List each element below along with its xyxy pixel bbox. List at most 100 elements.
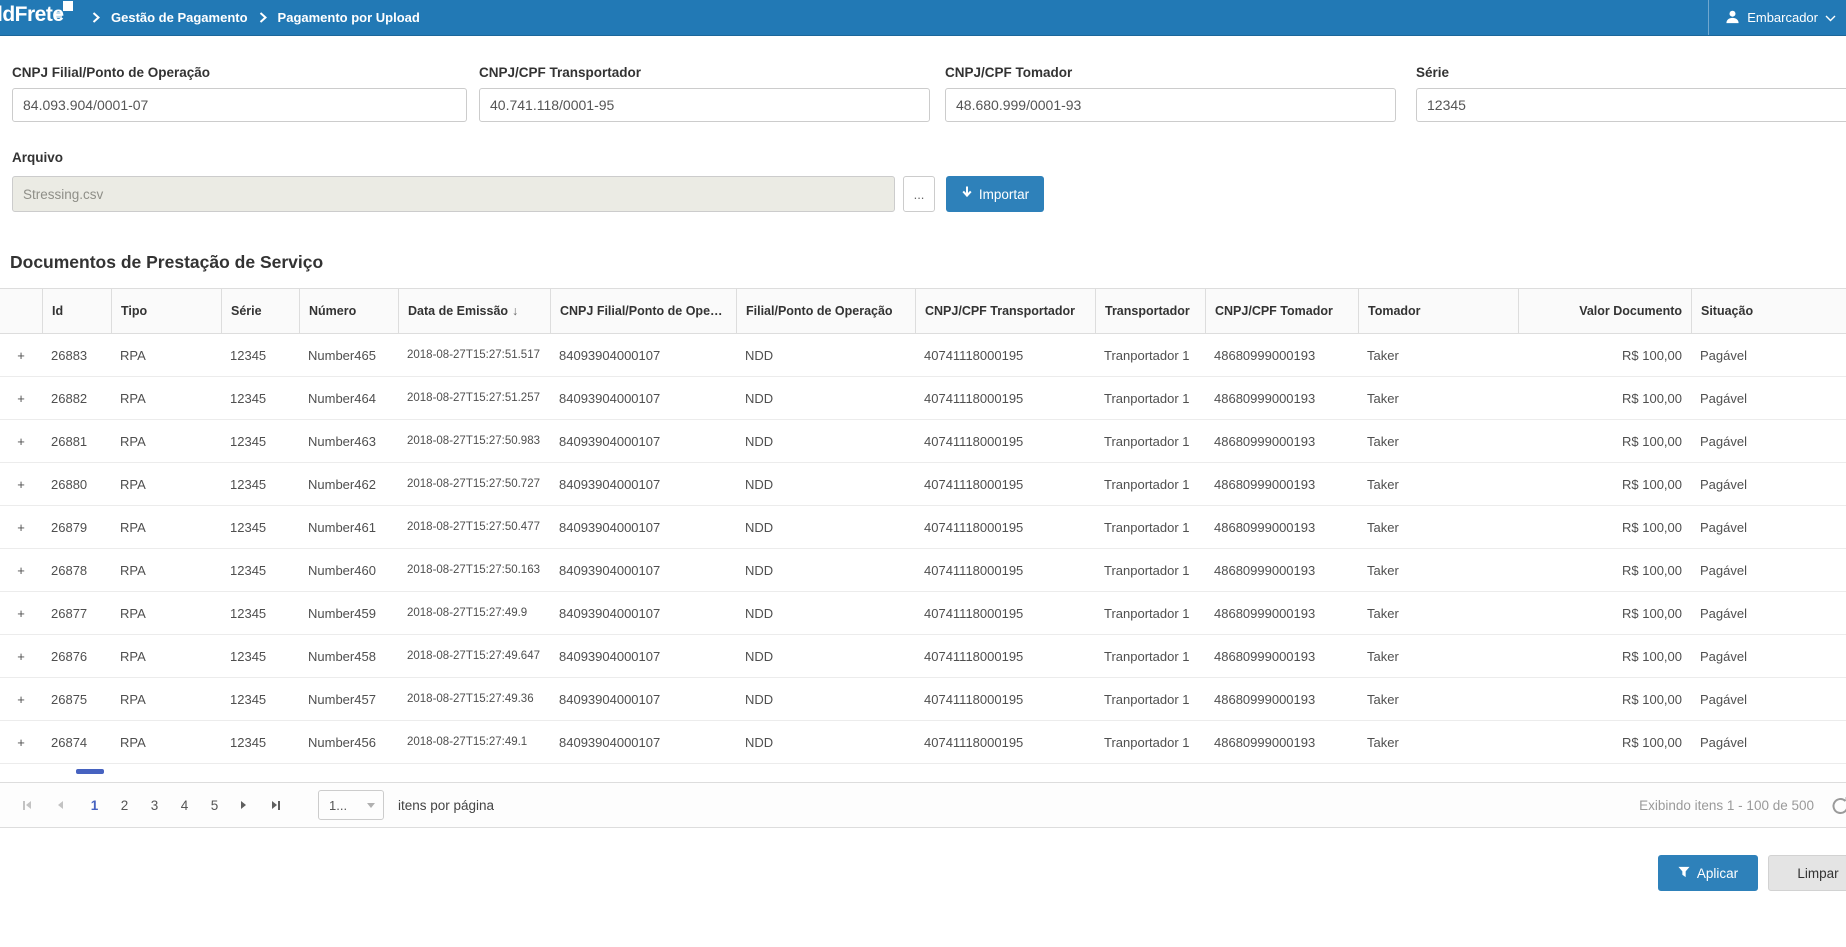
column-header-serie[interactable]: Série	[221, 288, 299, 334]
expand-row-button[interactable]: +	[0, 592, 42, 635]
pager-page-3[interactable]: 3	[140, 792, 169, 818]
logo-squares-icon	[56, 1, 73, 18]
cell-numero: Number459	[299, 592, 398, 635]
cell-transportador: Tranportador 1	[1095, 635, 1205, 678]
expand-row-button[interactable]: +	[0, 549, 42, 592]
cell-id: 26879	[42, 506, 111, 549]
cell-serie: 12345	[221, 721, 299, 764]
cell-data_emissao: 2018-08-27T15:27:49.9	[398, 592, 550, 635]
cell-serie: 12345	[221, 549, 299, 592]
column-header-cnpj_transportador[interactable]: CNPJ/CPF Transportador	[915, 288, 1095, 334]
expand-row-button[interactable]: +	[0, 506, 42, 549]
breadcrumb-item-pagamento-upload[interactable]: Pagamento por Upload	[278, 10, 420, 25]
pager-info: Exibindo itens 1 - 100 de 500	[1639, 798, 1814, 813]
app-logo[interactable]: ldFrete	[0, 3, 64, 27]
cell-cnpj_tomador: 48680999000193	[1205, 377, 1358, 420]
refresh-icon[interactable]	[1831, 796, 1846, 821]
cell-cnpj_filial: 84093904000107	[550, 420, 736, 463]
cell-cnpj_filial: 84093904000107	[550, 334, 736, 377]
cnpj-tomador-input[interactable]	[945, 88, 1396, 122]
serie-input[interactable]	[1416, 88, 1846, 122]
column-header-tomador[interactable]: Tomador	[1358, 288, 1518, 334]
pager-page-4[interactable]: 4	[170, 792, 199, 818]
cell-tipo: RPA	[111, 506, 221, 549]
cell-data_emissao: 2018-08-27T15:27:49.1	[398, 721, 550, 764]
cell-transportador: Tranportador 1	[1095, 592, 1205, 635]
cell-situacao: Pagável	[1691, 678, 1846, 721]
column-header-numero[interactable]: Número	[299, 288, 398, 334]
column-header-data_emissao[interactable]: Data de Emissão↓	[398, 288, 550, 334]
cell-cnpj_tomador: 48680999000193	[1205, 420, 1358, 463]
cell-numero: Number456	[299, 721, 398, 764]
cell-cnpj_filial: 84093904000107	[550, 549, 736, 592]
filter-icon	[1678, 866, 1690, 881]
expand-row-button[interactable]: +	[0, 334, 42, 377]
pager-page-5[interactable]: 5	[200, 792, 229, 818]
cell-tipo: RPA	[111, 377, 221, 420]
filter-field-cnpj-filial: CNPJ Filial/Ponto de Operação	[12, 65, 467, 122]
column-header-valor[interactable]: Valor Documento	[1518, 288, 1691, 334]
column-header-tipo[interactable]: Tipo	[111, 288, 221, 334]
expand-row-button[interactable]: +	[0, 377, 42, 420]
cell-situacao: Pagável	[1691, 334, 1846, 377]
cell-serie: 12345	[221, 635, 299, 678]
expand-row-button[interactable]: +	[0, 721, 42, 764]
cell-numero: Number462	[299, 463, 398, 506]
pager: 12345 1... itens por página Exibindo ite…	[0, 782, 1846, 828]
cell-filial: NDD	[736, 635, 915, 678]
table-row: +26879RPA12345Number4612018-08-27T15:27:…	[0, 506, 1846, 549]
table-row: +26877RPA12345Number4592018-08-27T15:27:…	[0, 592, 1846, 635]
seek-last-icon[interactable]	[263, 792, 289, 818]
arquivo-file-input[interactable]	[12, 176, 895, 212]
cell-serie: 12345	[221, 678, 299, 721]
cnpj-transportador-input[interactable]	[479, 88, 930, 122]
clear-button[interactable]: Limpar	[1768, 855, 1846, 891]
apply-button-label: Aplicar	[1697, 866, 1738, 881]
column-header-filial[interactable]: Filial/Ponto de Operação	[736, 288, 915, 334]
top-navbar: ldFrete Gestão de Pagamento Pagamento po…	[0, 0, 1846, 36]
chevron-down-icon	[1825, 10, 1836, 25]
cell-valor: R$ 100,00	[1518, 549, 1691, 592]
cell-tomador: Taker	[1358, 721, 1518, 764]
cnpj-filial-label: CNPJ Filial/Ponto de Operação	[12, 65, 467, 80]
breadcrumb-item-gestao[interactable]: Gestão de Pagamento	[111, 10, 248, 25]
column-header-transportador[interactable]: Transportador	[1095, 288, 1205, 334]
page-size-select[interactable]: 1...	[318, 790, 384, 820]
cnpj-filial-input[interactable]	[12, 88, 467, 122]
expand-row-button[interactable]: +	[0, 678, 42, 721]
cell-situacao: Pagável	[1691, 506, 1846, 549]
user-menu[interactable]: Embarcador	[1708, 0, 1846, 35]
import-button-label: Importar	[979, 187, 1029, 202]
apply-button[interactable]: Aplicar	[1658, 855, 1758, 891]
prev-page-icon[interactable]	[47, 792, 73, 818]
import-button[interactable]: Importar	[946, 176, 1044, 212]
cell-situacao: Pagável	[1691, 721, 1846, 764]
column-header-cnpj_tomador[interactable]: CNPJ/CPF Tomador	[1205, 288, 1358, 334]
hscrollbar-thumb[interactable]	[76, 769, 104, 774]
column-header-cnpj_filial[interactable]: CNPJ Filial/Ponto de Operaç...	[550, 288, 736, 334]
filter-field-cnpj-tomador: CNPJ/CPF Tomador	[945, 65, 1396, 122]
cell-cnpj_transportador: 40741118000195	[915, 420, 1095, 463]
cell-serie: 12345	[221, 377, 299, 420]
cell-id: 26876	[42, 635, 111, 678]
pager-page-2[interactable]: 2	[110, 792, 139, 818]
cell-serie: 12345	[221, 463, 299, 506]
column-header-situacao[interactable]: Situação	[1691, 288, 1846, 334]
expand-row-button[interactable]: +	[0, 420, 42, 463]
cell-filial: NDD	[736, 377, 915, 420]
cell-tomador: Taker	[1358, 463, 1518, 506]
pager-page-1[interactable]: 1	[80, 792, 109, 818]
dropdown-chevron-icon	[367, 803, 375, 808]
browse-file-button[interactable]: ...	[903, 176, 935, 212]
cnpj-transportador-label: CNPJ/CPF Transportador	[479, 65, 930, 80]
cell-id: 26877	[42, 592, 111, 635]
expand-row-button[interactable]: +	[0, 463, 42, 506]
table-row: +26875RPA12345Number4572018-08-27T15:27:…	[0, 678, 1846, 721]
next-page-icon[interactable]	[230, 792, 256, 818]
column-header-id[interactable]: Id	[42, 288, 111, 334]
cell-cnpj_tomador: 48680999000193	[1205, 635, 1358, 678]
table-row: +26876RPA12345Number4582018-08-27T15:27:…	[0, 635, 1846, 678]
expand-row-button[interactable]: +	[0, 635, 42, 678]
cell-serie: 12345	[221, 592, 299, 635]
seek-first-icon[interactable]	[14, 792, 40, 818]
